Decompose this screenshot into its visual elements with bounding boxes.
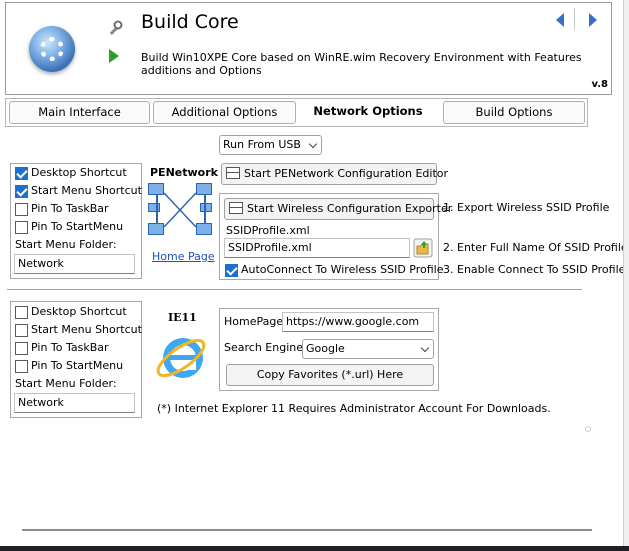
search-engine-label: Search Engine [224,341,303,354]
ie11-startmenu-label: Start Menu Shortcut [31,323,142,336]
ie11-desktop-checkbox[interactable] [15,306,28,319]
penetwork-startmenu-checkbox[interactable] [15,185,28,198]
nav-divider [574,8,575,30]
run-from-select[interactable]: Run From USB [219,135,322,155]
penetwork-home-page-link[interactable]: Home Page [152,250,215,263]
penetwork-taskbar-label: Pin To TaskBar [31,202,109,215]
step-3-label: 3. Enable Connect To SSID Profile [443,263,626,276]
penetwork-folder-input[interactable]: Network [14,254,135,274]
chevron-down-icon [420,343,430,353]
script-header [5,2,612,95]
copy-favorites-button[interactable]: Copy Favorites (*.url) Here [226,364,434,386]
config-editor-label: Start PENetwork Configuration Editor [244,167,449,180]
wireless-exporter-button[interactable]: Start Wireless Configuration Exporter [224,198,452,220]
step-1-label: 1. Export Wireless SSID Profile [443,201,610,214]
penetwork-pinstart-label: Pin To StartMenu [31,220,124,233]
ie11-folder-input[interactable]: Network [14,393,135,413]
penetwork-logo-title: PENetwork [150,166,218,179]
autoconnect-checkbox[interactable] [225,264,238,277]
tab-main-interface[interactable]: Main Interface [9,101,150,124]
resize-dot-icon [585,426,591,432]
internet-explorer-icon [156,338,206,378]
version-label: v.8 [591,79,608,90]
folder-browse-icon[interactable] [413,238,433,258]
ie11-admin-note: (*) Internet Explorer 11 Requires Admini… [157,402,551,415]
homepage-label: HomePage [224,315,284,328]
penetwork-startmenu-label: Start Menu Shortcut [31,184,142,197]
window-icon [226,167,240,179]
horizontal-scrollbar[interactable] [22,529,592,531]
ie11-startmenu-checkbox[interactable] [15,324,28,337]
ie11-pinstart-label: Pin To StartMenu [31,359,124,372]
penetwork-config-editor-button[interactable]: Start PENetwork Configuration Editor [221,163,448,185]
ssid-profile-label: SSIDProfile.xml [226,224,310,237]
penetwork-pinstart-checkbox[interactable] [15,221,28,234]
tab-network-options[interactable]: Network Options [298,101,438,124]
script-description: Build Win10XPE Core based on WinRE.wim R… [141,51,582,77]
search-engine-select[interactable]: Google [302,339,434,359]
ie11-desktop-label: Desktop Shortcut [31,305,127,318]
penetwork-taskbar-checkbox[interactable] [15,203,28,216]
homepage-input[interactable]: https://www.google.com [282,312,434,332]
window-icon [229,202,243,214]
network-diagram-icon [146,183,214,245]
penetwork-desktop-label: Desktop Shortcut [31,166,127,179]
ie11-logo-title: IE11 [168,311,197,324]
search-engine-value: Google [306,342,345,355]
ie11-taskbar-checkbox[interactable] [15,342,28,355]
step-2-label: 2. Enter Full Name Of SSID Profile [443,241,628,254]
chevron-down-icon [308,139,318,149]
run-from-value: Run From USB [223,138,301,151]
run-play-icon[interactable] [109,49,119,63]
gear-logo-icon [29,26,75,72]
ie11-folder-label: Start Menu Folder: [15,377,117,390]
penetwork-folder-label: Start Menu Folder: [15,238,117,251]
tab-additional-options[interactable]: Additional Options [153,101,296,124]
vertical-scrollbar[interactable] [623,0,629,546]
ie11-taskbar-label: Pin To TaskBar [31,341,109,354]
ie11-pinstart-checkbox[interactable] [15,360,28,373]
penetwork-desktop-checkbox[interactable] [15,167,28,180]
taskbar-strip [0,546,629,551]
section-divider [7,289,582,291]
wireless-exporter-label: Start Wireless Configuration Exporter [247,202,453,215]
autoconnect-label: AutoConnect To Wireless SSID Profile [241,263,444,276]
previous-arrow-icon[interactable] [556,13,564,27]
edit-wrench-icon[interactable] [107,20,123,36]
ssid-profile-input[interactable]: SSIDProfile.xml [224,238,410,258]
page-title: Build Core [141,11,239,33]
next-arrow-icon[interactable] [589,13,597,27]
tab-build-options[interactable]: Build Options [443,101,585,124]
